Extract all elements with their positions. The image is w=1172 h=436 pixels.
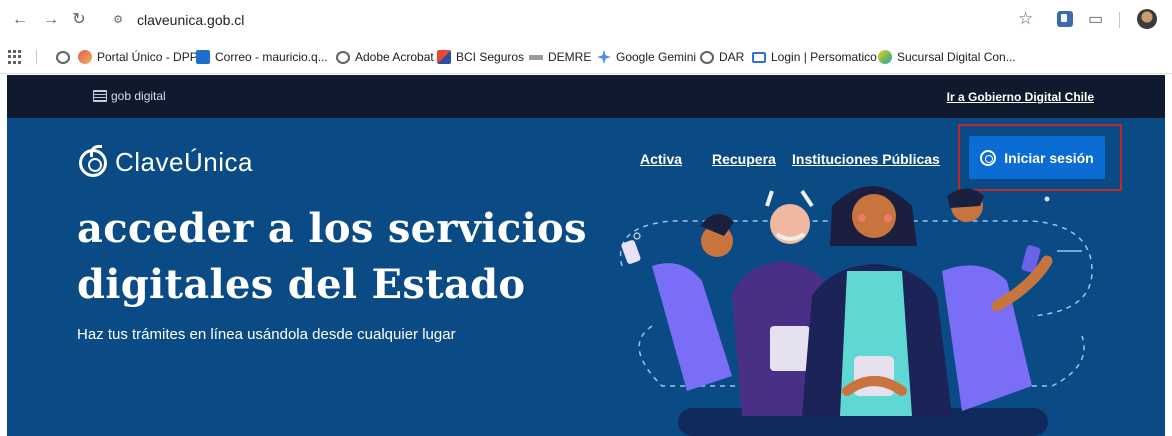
reload-icon[interactable]: ↻ [69,10,89,30]
bookmarks-bar: Portal Único - DPP Correo - mauricio.q..… [0,40,1172,74]
demre-icon [529,54,543,60]
profile-avatar[interactable] [1137,9,1157,29]
bookmark-item[interactable]: Sucursal Digital Con... [878,48,1016,66]
nav-recupera-link[interactable]: Recupera [712,151,776,167]
apps-grid-icon[interactable] [8,50,22,64]
bci-icon [437,50,451,64]
bookmarks-divider [36,50,37,64]
bookmark-item[interactable]: Adobe Acrobat [336,48,434,66]
globe-icon [56,50,70,64]
gob-digital-bar: gob digital Ir a Gobierno Digital Chile [7,75,1165,118]
extension-icon[interactable] [1057,11,1073,27]
sucursal-icon [878,50,892,64]
bookmark-item[interactable]: Login | Persomatico [752,48,877,66]
back-icon[interactable]: ← [10,10,30,30]
claveunica-logo-icon [79,144,107,177]
globe-icon [336,50,350,64]
bookmark-item[interactable]: DAR [700,48,744,66]
gemini-icon [597,50,611,64]
extensions-puzzle-icon[interactable]: ▭ [1088,9,1103,29]
claveunica-icon [980,149,997,166]
nav-activa-link[interactable]: Activa [640,151,682,167]
bookmark-star-icon[interactable]: ☆ [1018,9,1033,29]
toolbar-divider [1119,12,1120,28]
web-page: gob digital Ir a Gobierno Digital Chile … [7,75,1165,436]
browser-toolbar: ← → ↻ ⚙ claveunica.gob.cl ☆ ▭ [0,0,1172,40]
hero-headline: acceder a los servicios digitales del Es… [77,205,587,308]
hero-subline: Haz tus trámites en línea usándola desde… [77,326,456,343]
bookmark-item[interactable]: Correo - mauricio.q... [196,48,328,66]
address-bar[interactable]: ⚙ claveunica.gob.cl [103,6,1058,34]
gob-digital-logo-icon [93,90,107,102]
site-info-icon[interactable]: ⚙ [109,11,127,29]
nav-instituciones-link[interactable]: Instituciones Públicas [792,151,940,167]
people-illustration [619,186,1093,436]
bookmark-globe[interactable] [56,48,70,66]
forward-icon[interactable]: → [41,10,61,30]
url-text[interactable]: claveunica.gob.cl [137,12,244,28]
iniciar-sesion-button[interactable]: Iniciar sesión [969,136,1105,179]
persomatico-icon [752,51,766,63]
bookmark-item[interactable]: Google Gemini [597,48,696,66]
gobierno-digital-link[interactable]: Ir a Gobierno Digital Chile [947,90,1094,104]
bookmark-item[interactable]: Portal Único - DPP [78,48,198,66]
claveunica-logo[interactable]: ClaveÚnica [79,144,253,178]
globe-icon [700,50,714,64]
gob-digital-logo[interactable]: gob digital [93,89,166,103]
bookmark-item[interactable]: DEMRE [529,48,591,66]
outlook-icon [196,50,210,64]
hero-section: ClaveÚnica Activa Recupera Instituciones… [7,118,1165,436]
portal-icon [78,50,92,64]
bookmark-item[interactable]: BCI Seguros [437,48,524,66]
